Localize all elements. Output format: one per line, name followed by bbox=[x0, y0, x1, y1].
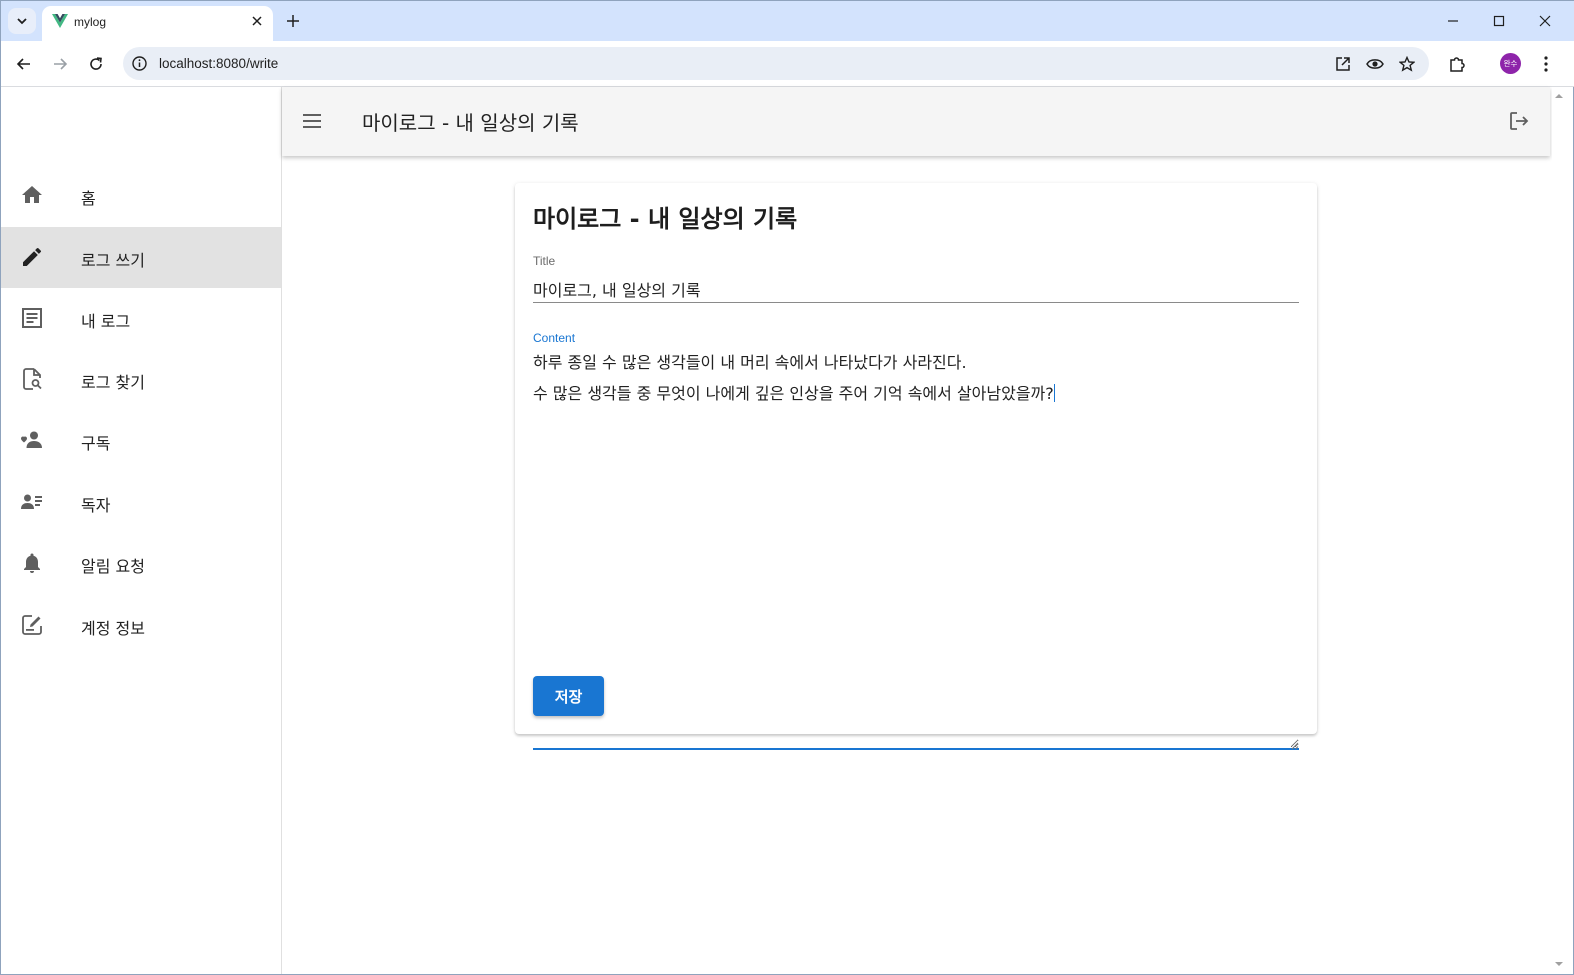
forward-button[interactable] bbox=[48, 52, 72, 76]
browser-toolbar: localhost:8080/write 완수 bbox=[1, 41, 1574, 87]
profile-avatar[interactable]: 완수 bbox=[1500, 53, 1521, 74]
nav-item-label: 홈 bbox=[81, 189, 96, 208]
logout-icon[interactable] bbox=[1507, 109, 1531, 133]
tab-title: mylog bbox=[74, 15, 107, 29]
nav-item-my-logs[interactable]: 내 로그 bbox=[1, 288, 281, 349]
app-root: 홈 로그 쓰기 내 로그 로그 찾기 구독 독자 알림 요청 계정 정보 마이로… bbox=[1, 87, 1563, 974]
nav-item-account-info[interactable]: 계정 정보 bbox=[1, 595, 281, 656]
eye-icon bbox=[1366, 59, 1384, 69]
scroll-up-arrow-icon[interactable] bbox=[1555, 92, 1563, 100]
open-in-app-button[interactable] bbox=[1333, 54, 1353, 74]
browser-tab[interactable]: mylog bbox=[42, 6, 273, 41]
close-icon bbox=[1539, 15, 1551, 27]
person-list-icon bbox=[21, 494, 42, 509]
pencil-icon bbox=[23, 247, 42, 266]
watch-button[interactable] bbox=[1365, 54, 1385, 74]
resize-grip-icon[interactable] bbox=[1289, 740, 1299, 750]
url-text: localhost:8080/write bbox=[159, 56, 279, 71]
extensions-button[interactable] bbox=[1445, 52, 1469, 76]
arrow-left-icon bbox=[16, 58, 30, 70]
vue-logo-icon bbox=[52, 14, 68, 28]
nav-item-label: 알림 요청 bbox=[81, 557, 145, 576]
minimize-button[interactable] bbox=[1439, 9, 1467, 33]
menu-icon[interactable] bbox=[300, 109, 324, 133]
edit-note-icon bbox=[22, 615, 42, 635]
tab-close-button[interactable] bbox=[249, 13, 265, 29]
nav-item-label: 독자 bbox=[81, 496, 111, 515]
browser-menu-button[interactable] bbox=[1534, 52, 1558, 76]
person-heart-icon bbox=[21, 431, 42, 448]
article-icon bbox=[22, 308, 42, 328]
site-info-icon[interactable] bbox=[131, 55, 148, 72]
tab-strip: mylog bbox=[1, 1, 1574, 41]
reload-icon bbox=[90, 57, 102, 70]
bookmark-button[interactable] bbox=[1397, 54, 1417, 74]
page-scrollbar[interactable] bbox=[1552, 87, 1566, 974]
save-button[interactable]: 저장 bbox=[533, 676, 604, 716]
tab-search-button[interactable] bbox=[8, 8, 36, 34]
scroll-down-arrow-icon[interactable] bbox=[1555, 960, 1563, 968]
title-input[interactable] bbox=[533, 275, 1299, 303]
content-line: 하루 종일 수 많은 생각들이 내 머리 속에서 나타났다가 사라진다. bbox=[533, 353, 967, 372]
address-bar[interactable]: localhost:8080/write bbox=[123, 47, 1429, 80]
nav-item-label: 로그 찾기 bbox=[81, 373, 145, 392]
puzzle-icon bbox=[1450, 57, 1465, 72]
app-bar: 마이로그 - 내 일상의 기록 bbox=[282, 87, 1550, 156]
nav-item-label: 내 로그 bbox=[81, 312, 131, 331]
back-button[interactable] bbox=[12, 52, 36, 76]
bell-icon bbox=[24, 553, 40, 573]
nav-item-label: 계정 정보 bbox=[81, 619, 145, 638]
nav-item-find-logs[interactable]: 로그 찾기 bbox=[1, 349, 281, 410]
nav-item-notification-requests[interactable]: 알림 요청 bbox=[1, 533, 281, 594]
maximize-icon bbox=[1493, 15, 1505, 27]
external-link-icon bbox=[1336, 57, 1350, 71]
chevron-down-icon bbox=[17, 18, 27, 25]
title-field-label: Title bbox=[533, 254, 556, 268]
nav-item-readers[interactable]: 독자 bbox=[1, 472, 281, 533]
text-caret bbox=[1053, 384, 1055, 402]
content-line: 수 많은 생각들 중 무엇이 나에게 깊은 인상을 주어 기억 속에서 살아남았… bbox=[533, 384, 1054, 403]
content-textarea[interactable]: 하루 종일 수 많은 생각들이 내 머리 속에서 나타났다가 사라진다. 수 많… bbox=[533, 347, 1299, 750]
editor-card: 마이로그 - 내 일상의 기록 Title Content 하루 종일 수 많은… bbox=[515, 183, 1317, 750]
content-field-label: Content bbox=[533, 331, 576, 345]
star-icon bbox=[1399, 56, 1415, 72]
maximize-button[interactable] bbox=[1485, 9, 1513, 33]
close-window-button[interactable] bbox=[1531, 9, 1559, 33]
navigation-drawer: 홈 로그 쓰기 내 로그 로그 찾기 구독 독자 알림 요청 계정 정보 bbox=[1, 87, 282, 974]
nav-item-label: 로그 쓰기 bbox=[81, 251, 145, 270]
close-icon bbox=[252, 16, 262, 26]
more-vert-icon bbox=[1544, 56, 1548, 72]
nav-item-write-log[interactable]: 로그 쓰기 bbox=[1, 227, 281, 288]
reload-button[interactable] bbox=[84, 52, 108, 76]
nav-item-subscriptions[interactable]: 구독 bbox=[1, 410, 281, 471]
new-tab-button[interactable] bbox=[283, 11, 303, 31]
find-document-icon bbox=[23, 368, 42, 390]
nav-item-home[interactable]: 홈 bbox=[1, 165, 281, 226]
nav-item-label: 구독 bbox=[81, 434, 111, 453]
app-bar-title: 마이로그 - 내 일상의 기록 bbox=[362, 111, 579, 135]
home-icon bbox=[22, 186, 42, 203]
plus-icon bbox=[287, 15, 299, 27]
editor-heading: 마이로그 - 내 일상의 기록 bbox=[533, 205, 798, 233]
arrow-right-icon bbox=[54, 58, 68, 70]
minimize-icon bbox=[1448, 20, 1458, 22]
